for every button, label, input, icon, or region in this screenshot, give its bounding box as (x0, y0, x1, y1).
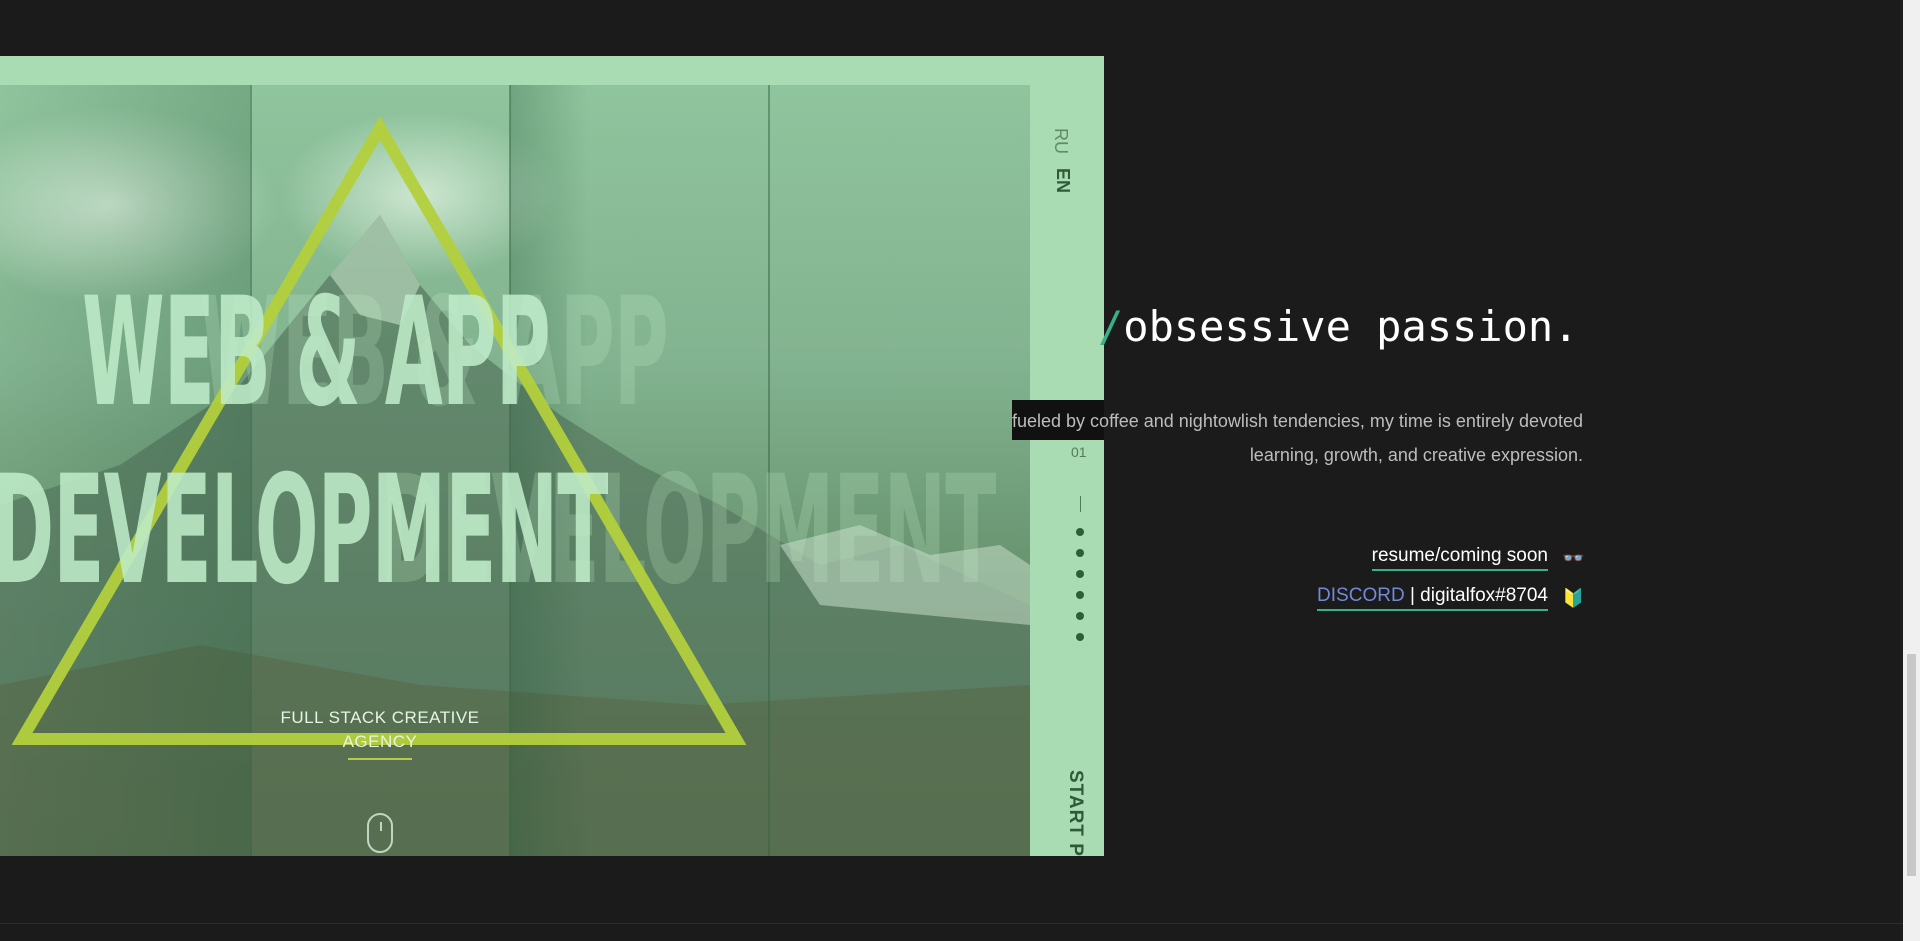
resume-row: resume/coming soon 👓 (1317, 538, 1584, 578)
scrollbar-thumb[interactable] (1907, 654, 1916, 876)
slide-dot[interactable] (1076, 633, 1084, 641)
page-divider (0, 923, 1903, 924)
slide-dot[interactable] (1076, 528, 1084, 536)
links: resume/coming soon 👓 DISCORD | digitalfo… (1317, 538, 1584, 618)
agency-line-2: AGENCY (342, 732, 418, 751)
agency-line-1: FULL STACK CREATIVE (280, 708, 480, 727)
headline-slash: / (1098, 302, 1124, 351)
title-line-2: DEVELOPMENT (0, 444, 608, 618)
headline: /obsessive passion. (1098, 302, 1578, 351)
language-ru-link[interactable]: RU (1050, 128, 1071, 158)
scroll-mouse-icon[interactable] (367, 813, 393, 853)
start-project-link[interactable]: START PROJECT (1064, 770, 1086, 856)
slide-dot[interactable] (1076, 570, 1084, 578)
resume-link[interactable]: resume/coming soon (1371, 545, 1548, 571)
discord-tag: digitalfox#8704 (1420, 585, 1548, 606)
slide-dots (1076, 528, 1086, 654)
discord-row: DISCORD | digitalfox#8704 🔰 (1317, 578, 1584, 618)
slide-dot[interactable] (1076, 549, 1084, 557)
agency-underline (348, 758, 412, 760)
headline-text: obsessive passion. (1123, 302, 1579, 351)
slide-dot[interactable] (1076, 591, 1084, 599)
counter-divider (1080, 496, 1081, 512)
glasses-icon: 👓 (1562, 547, 1585, 568)
agency-text: FULL STACK CREATIVE AGENCY (280, 706, 480, 754)
separator: | (1409, 585, 1415, 606)
discord-link[interactable]: DISCORD (1317, 585, 1405, 606)
language-en-link[interactable]: EN (1052, 168, 1073, 198)
scrollbar[interactable] (1903, 0, 1920, 941)
description: fueled by coffee and nightowlish tendenc… (1012, 411, 1583, 465)
slide-dot[interactable] (1076, 612, 1084, 620)
beginner-badge-icon: 🔰 (1562, 587, 1585, 608)
showcase-card: WEB & APP DEVELOPMENT WEB & APP DEVELOPM… (0, 56, 1104, 856)
title-line-1: WEB & APP (82, 266, 551, 440)
discord-link-group: DISCORD | digitalfox#8704 (1317, 585, 1548, 611)
